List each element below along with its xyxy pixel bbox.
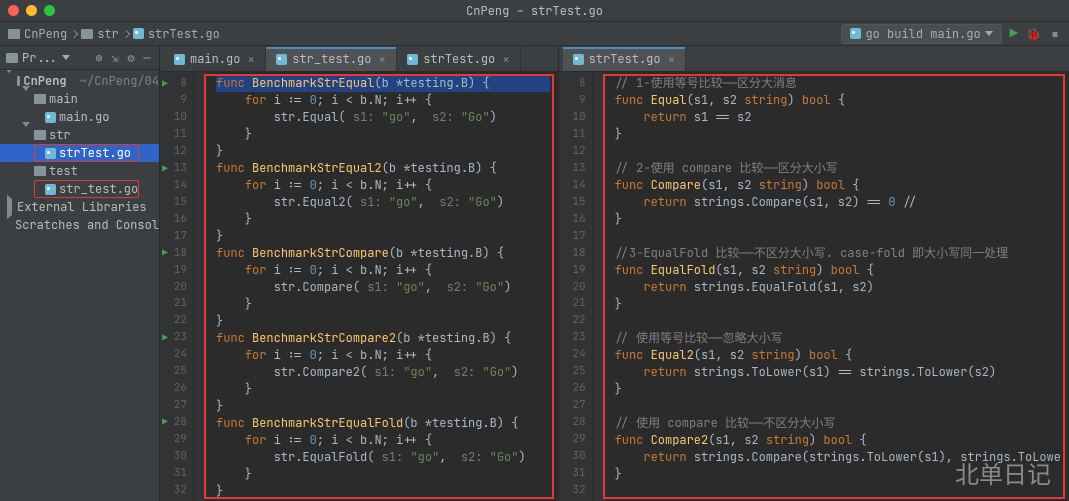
project-tool-window: Pr... ⊕ ⇲ ⚙ — CnPeng ~/CnPeng/04 main ma…: [0, 46, 160, 501]
editor-tabs-left: main.go× str_test.go× strTest.go×: [160, 46, 558, 72]
go-file-icon: [45, 112, 56, 123]
main-area: Pr... ⊕ ⇲ ⚙ — CnPeng ~/CnPeng/04 main ma…: [0, 46, 1069, 501]
close-icon[interactable]: ×: [668, 51, 676, 68]
minimize-window-button[interactable]: [26, 5, 37, 16]
editor-left: main.go× str_test.go× strTest.go× 8▶9101…: [160, 46, 559, 501]
project-icon: [6, 53, 18, 63]
code-editor-left[interactable]: 8▶910111213▶1415161718▶1920212223▶242526…: [160, 72, 558, 501]
toolbar-right: go build main.go ▶ 🐞 ⏹: [841, 24, 1061, 44]
folder-icon: [34, 166, 46, 176]
close-icon[interactable]: ×: [502, 51, 510, 68]
debug-button[interactable]: 🐞: [1026, 26, 1041, 42]
select-opened-file-icon[interactable]: ⊕: [93, 52, 105, 64]
close-icon[interactable]: ×: [247, 51, 255, 68]
go-file-icon: [407, 54, 418, 65]
chevron-right-icon[interactable]: [7, 195, 12, 219]
gutter-marks: [593, 72, 607, 501]
tab-strtest-go[interactable]: strTest.go×: [397, 47, 521, 71]
chevron-down-icon: [62, 55, 70, 60]
navigation-bar: CnPeng str strTest.go go build main.go ▶…: [0, 22, 1069, 46]
window-controls: [8, 5, 55, 16]
tree-file-str-test: str_test.go: [0, 180, 159, 198]
go-file-icon: [133, 28, 144, 39]
expand-all-icon[interactable]: ⇲: [109, 52, 121, 64]
go-file-icon: [45, 148, 56, 159]
tree-file-strtest: strTest.go: [0, 144, 159, 162]
gutter-marks: [194, 72, 208, 501]
folder-icon: [8, 29, 20, 39]
window-title: CnPeng – strTest.go: [466, 3, 603, 19]
go-file-icon: [45, 184, 56, 195]
go-file-icon: [174, 54, 185, 65]
go-file-icon: [573, 54, 584, 65]
watermark: 北单日记: [955, 455, 1051, 491]
folder-icon: [17, 76, 20, 86]
title-bar: CnPeng – strTest.go: [0, 0, 1069, 22]
chevron-down-icon: [985, 31, 993, 36]
run-button[interactable]: ▶: [1010, 25, 1018, 43]
close-window-button[interactable]: [8, 5, 19, 16]
go-file-icon: [276, 54, 287, 65]
folder-icon: [34, 94, 46, 104]
breadcrumb[interactable]: CnPeng str strTest.go: [8, 26, 220, 42]
hide-icon[interactable]: —: [141, 52, 153, 64]
maximize-window-button[interactable]: [44, 5, 55, 16]
editor-tabs-right: strTest.go×: [559, 46, 1069, 72]
tab-strtest-go-right[interactable]: strTest.go×: [563, 47, 687, 71]
chevron-down-icon[interactable]: [22, 86, 30, 107]
folder-icon: [34, 130, 46, 140]
gear-icon[interactable]: ⚙: [125, 52, 137, 64]
project-pane-header[interactable]: Pr... ⊕ ⇲ ⚙ —: [0, 46, 159, 70]
tab-main-go[interactable]: main.go×: [164, 47, 266, 71]
stop-button[interactable]: ⏹: [1049, 28, 1061, 40]
chevron-down-icon[interactable]: [5, 70, 13, 89]
gutter-right: 8910111213141516171819202122232425262728…: [559, 72, 593, 501]
go-file-icon: [850, 28, 861, 39]
gutter-left: 8▶910111213▶1415161718▶1920212223▶242526…: [160, 72, 194, 501]
close-icon[interactable]: ×: [378, 51, 386, 68]
chevron-right-icon: [70, 29, 78, 37]
tab-str-test-go[interactable]: str_test.go×: [266, 47, 397, 71]
chevron-right-icon: [122, 29, 130, 37]
run-configuration-dropdown[interactable]: go build main.go: [841, 24, 1001, 44]
chevron-down-icon[interactable]: [22, 122, 30, 143]
project-tree[interactable]: CnPeng ~/CnPeng/04 main main.go str strT…: [0, 70, 159, 501]
code-editor-right[interactable]: 8910111213141516171819202122232425262728…: [559, 72, 1069, 501]
editor-right: strTest.go× 8910111213141516171819202122…: [559, 46, 1069, 501]
folder-icon: [81, 29, 93, 39]
editors-split: main.go× str_test.go× strTest.go× 8▶9101…: [160, 46, 1069, 501]
